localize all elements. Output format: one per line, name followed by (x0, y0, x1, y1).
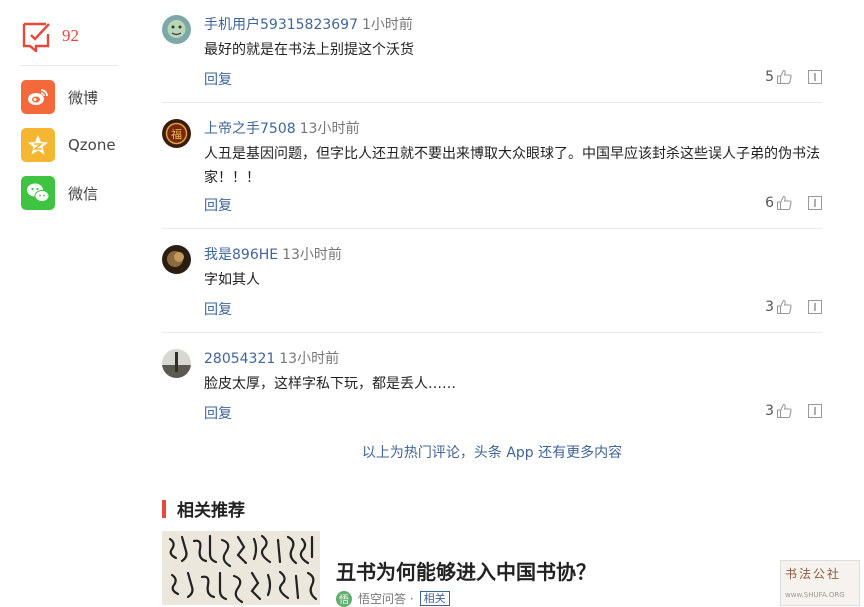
comment-text: 字如其人 (204, 272, 260, 288)
avatar[interactable] (162, 245, 191, 274)
thumbs-up-icon[interactable] (776, 299, 792, 315)
comment-divider (162, 102, 822, 103)
related-title-text: 相关推荐 (177, 501, 245, 521)
thumbs-up-icon[interactable] (776, 195, 792, 211)
comment-actions: 6 (765, 195, 822, 211)
reply-button[interactable]: 回复 (204, 195, 232, 215)
comment-actions: 5 (765, 69, 822, 85)
comment-item: 福 上帝之手7508 13小时前 人丑是基因问题，但字比人还丑就不要出来博取大众眼… (162, 119, 822, 219)
report-icon[interactable] (808, 404, 822, 418)
comment-count[interactable]: 92 (20, 20, 79, 52)
thumbs-up-icon[interactable] (776, 403, 792, 419)
comment-text: 最好的就是在书法上别提这个沃货 (204, 42, 414, 58)
username[interactable]: 手机用户59315823697 (204, 17, 358, 33)
reply-button[interactable]: 回复 (204, 69, 232, 89)
report-icon[interactable] (808, 300, 822, 314)
username[interactable]: 28054321 (204, 351, 275, 367)
report-icon[interactable] (808, 196, 822, 210)
comment-time: 13小时前 (299, 121, 360, 137)
reply-button[interactable]: 回复 (204, 299, 232, 319)
comment-header: 28054321 13小时前 (204, 349, 339, 369)
like-count: 5 (765, 69, 774, 85)
comment-item: 手机用户59315823697 1小时前 最好的就是在书法上别提这个沃货 回复 5 (162, 15, 822, 95)
comment-header: 手机用户59315823697 1小时前 (204, 15, 413, 35)
source-name[interactable]: 悟空问答 · (358, 590, 414, 607)
username[interactable]: 我是896HE (204, 247, 278, 263)
comment-text: 人丑是基因问题，但字比人还丑就不要出来博取大众眼球了。中国早应该封杀这些误人子弟… (204, 146, 820, 186)
share-weibo-label: 微博 (68, 88, 99, 107)
watermark-text: 书法公社 (785, 567, 842, 581)
avatar[interactable] (162, 15, 191, 44)
comment-icon (22, 22, 50, 52)
share-qzone-button[interactable]: Qzone (21, 128, 116, 162)
comment-time: 1小时前 (361, 17, 413, 33)
calligraphy-image (162, 531, 320, 605)
comment-divider (162, 332, 822, 333)
comment-item: 我是896HE 13小时前 字如其人 回复 3 (162, 245, 822, 325)
avatar[interactable] (162, 349, 191, 378)
comment-actions: 3 (765, 403, 822, 419)
share-wechat-button[interactable]: 微信 (21, 176, 98, 210)
comment-header: 上帝之手7508 13小时前 (204, 119, 359, 139)
wechat-icon (21, 176, 55, 210)
section-accent-bar (162, 499, 166, 518)
share-weibo-button[interactable]: 微博 (21, 80, 98, 114)
reply-button[interactable]: 回复 (204, 403, 232, 423)
comment-time: 13小时前 (282, 247, 342, 263)
related-section-title: 相关推荐 (162, 496, 245, 521)
comment-count-number: 92 (62, 26, 79, 45)
related-headline[interactable]: 丑书为何能够进入中国书协？ (336, 556, 596, 585)
related-thumbnail[interactable] (162, 531, 320, 605)
like-count: 3 (765, 299, 774, 315)
report-icon[interactable] (808, 70, 822, 84)
related-tag: 相关 (419, 591, 450, 606)
watermark-url: www.SHUFA.ORG (785, 591, 845, 599)
username[interactable]: 上帝之手7508 (204, 121, 296, 137)
comment-actions: 3 (765, 299, 822, 315)
like-count: 6 (765, 195, 774, 211)
share-wechat-label: 微信 (68, 184, 99, 203)
comment-time: 13小时前 (279, 351, 340, 367)
comment-header: 我是896HE 13小时前 (204, 245, 342, 265)
source-icon: 悟 (336, 590, 352, 607)
svg-text:福: 福 (171, 127, 182, 141)
comment-divider (162, 228, 822, 229)
thumbs-up-icon[interactable] (776, 69, 792, 85)
sidebar-divider (20, 65, 118, 66)
avatar[interactable]: 福 (162, 119, 191, 148)
more-comments-link[interactable]: 以上为热门评论，头条 App 还有更多内容 (162, 442, 822, 462)
weibo-icon (21, 80, 55, 114)
watermark: 书法公社 www.SHUFA.ORG (780, 560, 860, 606)
like-count: 3 (765, 403, 774, 419)
qzone-icon (21, 128, 55, 162)
share-qzone-label: Qzone (68, 136, 116, 154)
comment-text: 脸皮太厚，这样字私下玩，都是丢人…… (204, 376, 456, 392)
related-meta: 悟 悟空问答 · 相关 (336, 590, 450, 607)
comment-item: 28054321 13小时前 脸皮太厚，这样字私下玩，都是丢人…… 回复 3 (162, 349, 822, 429)
